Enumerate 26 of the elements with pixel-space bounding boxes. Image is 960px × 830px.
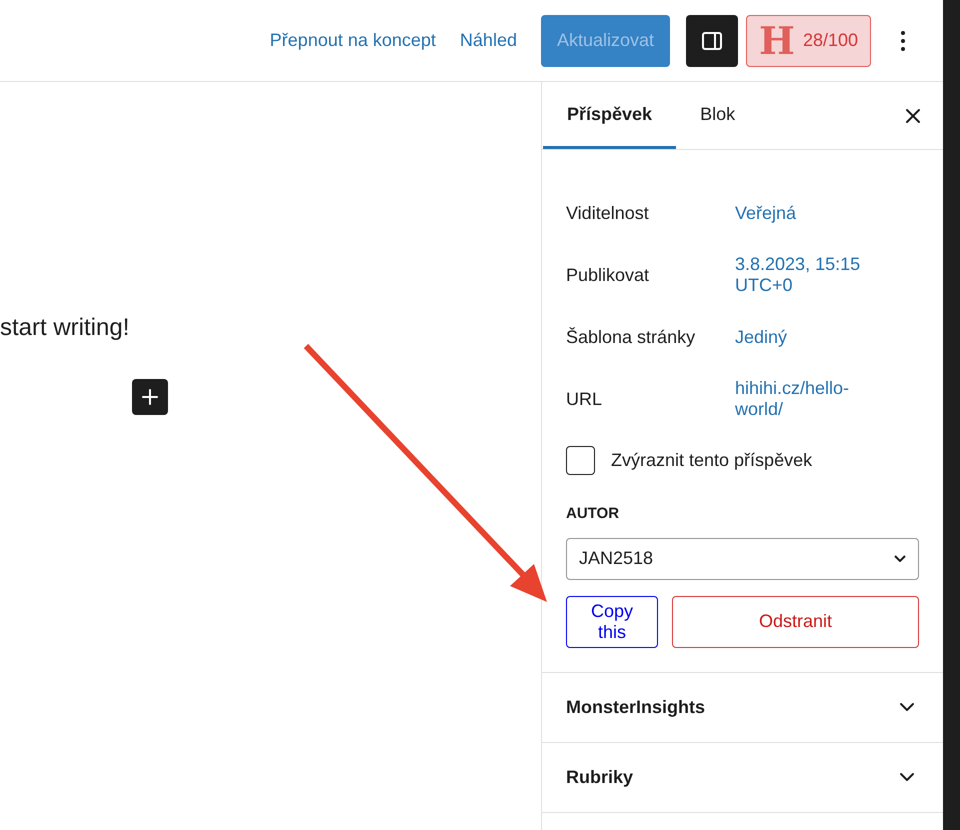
author-select[interactable]: JAN2518 — [566, 538, 919, 580]
chevron-down-icon — [894, 555, 906, 562]
more-icon — [901, 30, 905, 50]
sidebar-tab[interactable]: Příspěvek — [543, 82, 676, 149]
sticky-checkbox[interactable] — [566, 446, 595, 475]
delete-button[interactable]: Odstranit — [672, 596, 919, 648]
copy-button[interactable]: Copy this — [566, 596, 658, 648]
seo-logo-letter: H — [759, 22, 795, 60]
author-label: AUTOR — [566, 504, 620, 524]
sidebar-tab[interactable]: Blok — [676, 82, 760, 149]
field-label: URL — [566, 388, 604, 410]
seo-score: 28/100 — [802, 29, 858, 52]
toolbar-link[interactable]: Náhled — [452, 27, 525, 54]
seo-score-button[interactable]: H 28/100 — [746, 14, 871, 66]
field-value-link[interactable]: hihihi.cz/hello-world/ — [735, 378, 885, 420]
field-label: Viditelnost — [566, 202, 650, 224]
editor-placeholder-text: start writing! — [0, 313, 130, 343]
checkbox-label: Zvýraznit tento příspěvek — [611, 449, 812, 472]
add-block-button[interactable] — [132, 379, 168, 415]
field-value-link[interactable]: 3.8.2023, 15:15 UTC+0 — [735, 254, 885, 296]
field-value-link[interactable]: Veřejná — [735, 202, 885, 224]
toolbar-link[interactable]: Přepnout na koncept — [262, 27, 444, 54]
field-value-link[interactable]: Jediný — [735, 326, 885, 348]
sidebar-toggle-button[interactable] — [686, 14, 738, 66]
field-label: Šablona stránky — [566, 326, 696, 349]
field-label: Publikovat — [566, 264, 650, 286]
